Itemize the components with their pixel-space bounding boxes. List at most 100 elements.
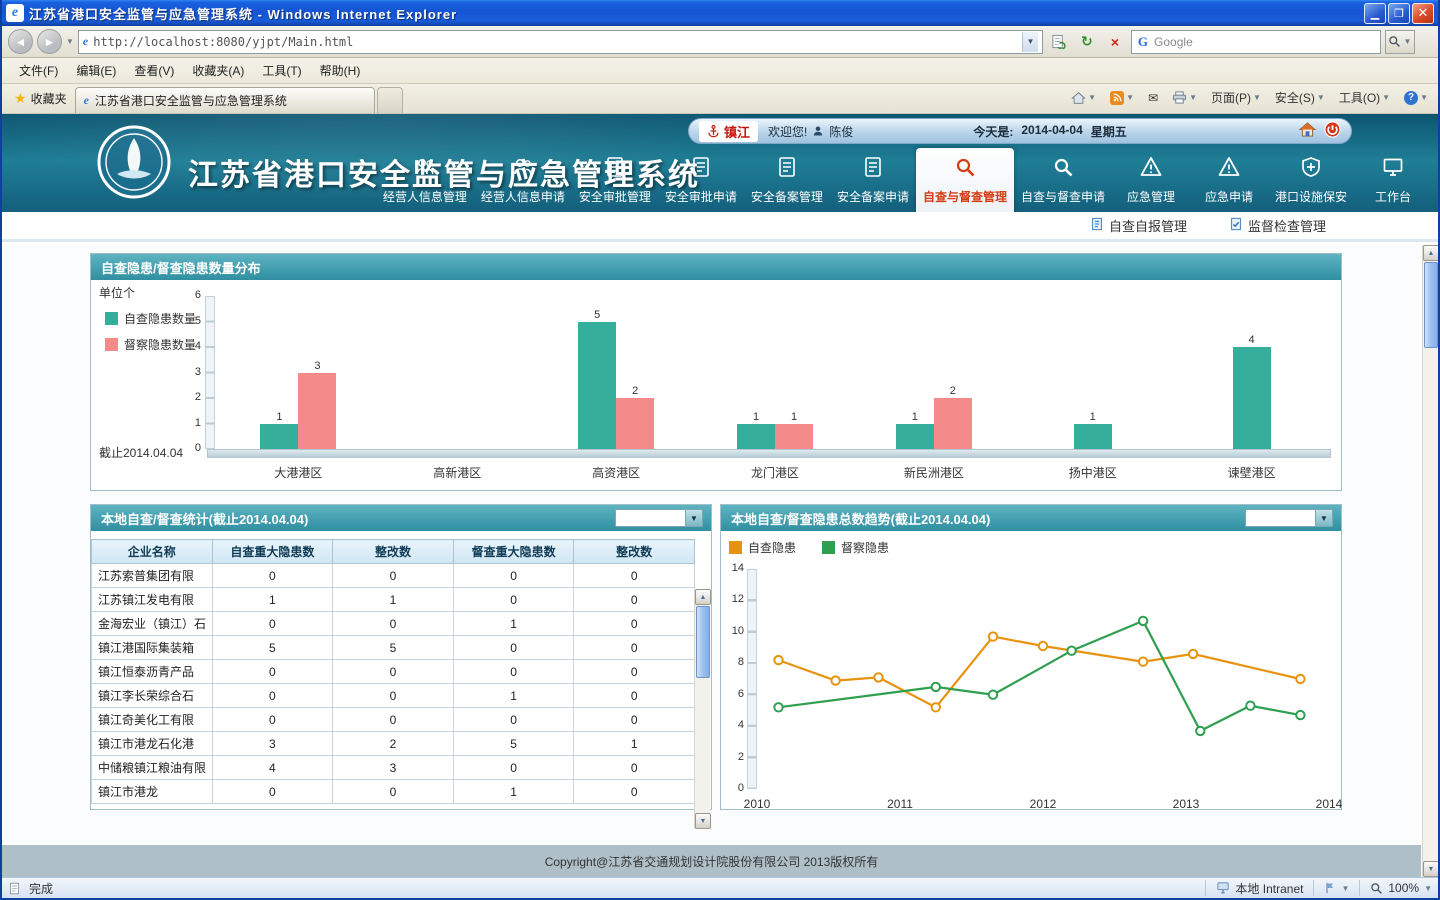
nav-item[interactable]: 应急申请 [1190,150,1268,212]
value-cell: 1 [453,780,574,804]
search-dropdown-icon[interactable]: ▼ [1403,37,1411,46]
scrollbar-thumb[interactable] [696,606,710,678]
nav-item[interactable]: 安全审批管理 [572,150,658,212]
nav-item-label: 经营人信息申请 [481,188,565,205]
star-icon: ★ [14,90,27,107]
nav-item[interactable]: 应急管理 [1112,150,1190,212]
zoom-control[interactable]: 100% ▼ [1359,880,1432,896]
table-row: 镇江李长荣综合石0010 [92,684,695,708]
nav-item[interactable]: 安全备案管理 [744,150,830,212]
ie-icon: e [6,4,24,22]
scroll-up-button[interactable]: ▲ [695,589,711,605]
unit-label: 单位个 [99,284,135,301]
scroll-up-button[interactable]: ▲ [1423,245,1438,261]
print-button[interactable]: ▼ [1166,88,1203,107]
nav-item[interactable]: 港口设施保安 [1268,150,1354,212]
stats-table-panel: 本地自查/督查统计(截止2014.04.04) ▼ 企业名称自查重大隐患数整改数… [90,504,712,810]
city-label: 镇江 [724,122,750,141]
status-text: 完成 [29,880,53,897]
data-point-marker [1196,727,1204,735]
column-header: 整改数 [574,540,695,564]
menu-item[interactable]: 编辑(E) [67,58,125,83]
today-label: 今天是: [973,123,1013,140]
stats-panel-title: 本地自查/督查统计(截止2014.04.04) [101,509,308,528]
x-axis-label: 新民洲港区 [854,464,1013,481]
table-scrollbar[interactable]: ▲ ▼ [694,589,710,829]
menu-item[interactable]: 文件(F) [10,58,67,83]
logout-button[interactable] [1324,121,1341,141]
close-button[interactable]: ✕ [1412,3,1434,24]
nav-item[interactable]: 自查与督查管理 [916,148,1014,212]
tab-active[interactable]: e 江苏省港口安全监管与应急管理系统 [75,87,375,113]
safety-menu-button[interactable]: 安全(S)▼ [1269,86,1331,109]
address-dropdown-icon[interactable]: ▼ [1022,32,1038,52]
home-shortcut-button[interactable] [1299,122,1316,140]
home-button[interactable]: ▼ [1065,88,1102,108]
bar-value-label: 1 [753,411,759,424]
trend-filter-dropdown[interactable]: ▼ [1245,509,1333,527]
y-tick-label: 1 [177,417,201,429]
protected-mode-segment[interactable]: ▼ [1313,880,1349,896]
bar-y-axis [205,296,215,449]
x-tick-label: 2011 [883,797,917,811]
search-button[interactable]: ▼ [1385,30,1415,54]
restore-button[interactable]: ❐ [1388,3,1410,24]
page-menu-button[interactable]: 页面(P)▼ [1205,86,1267,109]
x-axis-label: 高新港区 [378,464,537,481]
favorites-button[interactable]: ★ 收藏夹 [6,85,75,113]
forward-button[interactable]: ► [37,29,62,54]
back-button[interactable]: ◄ [8,29,33,54]
nav-item[interactable]: 工作台 [1354,150,1432,212]
x-axis-label: 扬中港区 [1013,464,1172,481]
help-button[interactable]: ?▼ [1398,88,1434,108]
page-scrollbar[interactable]: ▲ ▼ [1422,245,1438,877]
search-input[interactable]: G Google [1131,30,1381,54]
mail-button[interactable]: ✉ [1142,88,1164,108]
subnav-item[interactable]: 监督检查管理 [1229,216,1326,235]
chevron-down-icon[interactable]: ▼ [1315,510,1332,526]
menu-item[interactable]: 查看(V) [125,58,183,83]
minimize-button[interactable]: ▁ [1364,3,1386,24]
menu-item[interactable]: 帮助(H) [311,58,370,83]
city-chip[interactable]: 镇江 [699,121,758,142]
tools-menu-button[interactable]: 工具(O)▼ [1333,86,1396,109]
company-name-cell: 中储粮镇江粮油有限 [92,756,213,780]
data-point-marker [1246,702,1254,710]
x-axis-label: 龙门港区 [696,464,855,481]
nav-item[interactable]: 自查与督查申请 [1014,150,1112,212]
menu-item[interactable]: 工具(T) [253,58,310,83]
value-cell: 5 [333,636,454,660]
nav-item[interactable]: 经营人信息管理 [376,150,474,212]
bar-wrap: 1 [896,411,934,450]
scrollbar-thumb[interactable] [1424,262,1438,348]
nav-item[interactable]: 经营人信息申请 [474,150,572,212]
y-tick-label: 4 [722,719,744,731]
zoom-icon [1370,882,1383,895]
rss-button[interactable]: ▼ [1104,88,1140,108]
menu-item[interactable]: 收藏夹(A) [183,58,253,83]
address-input[interactable]: e http://localhost:8080/yjpt/Main.html ▼ [78,30,1043,54]
scroll-down-button[interactable]: ▼ [1423,861,1438,877]
chevron-down-icon[interactable]: ▼ [685,510,702,526]
stop-button[interactable]: × [1103,30,1127,54]
value-cell: 0 [333,780,454,804]
nav-item[interactable]: 安全审批申请 [658,150,744,212]
stats-filter-dropdown[interactable]: ▼ [615,509,703,527]
scroll-down-button[interactable]: ▼ [695,813,711,829]
nav-item[interactable]: 安全备案申请 [830,150,916,212]
bar [616,398,654,449]
y-tick-label: 12 [722,593,744,605]
trend-y-axis [747,569,757,789]
bar-x-labels: 大港港区高新港区高资港区龙门港区新民洲港区扬中港区谏壁港区 [219,464,1331,481]
column-header: 整改数 [333,540,454,564]
bar-group: 1 [1013,411,1172,450]
bar-group: 13 [219,360,378,450]
google-icon: G [1138,34,1148,50]
history-dropdown-icon[interactable]: ▼ [66,37,74,46]
compatibility-button[interactable] [1047,30,1071,54]
subnav-item[interactable]: 自查自报管理 [1090,216,1187,235]
refresh-button[interactable]: ↻ [1075,30,1099,54]
y-tick-label: 14 [722,562,744,574]
bar [298,373,336,450]
new-tab-stub[interactable] [377,87,403,113]
